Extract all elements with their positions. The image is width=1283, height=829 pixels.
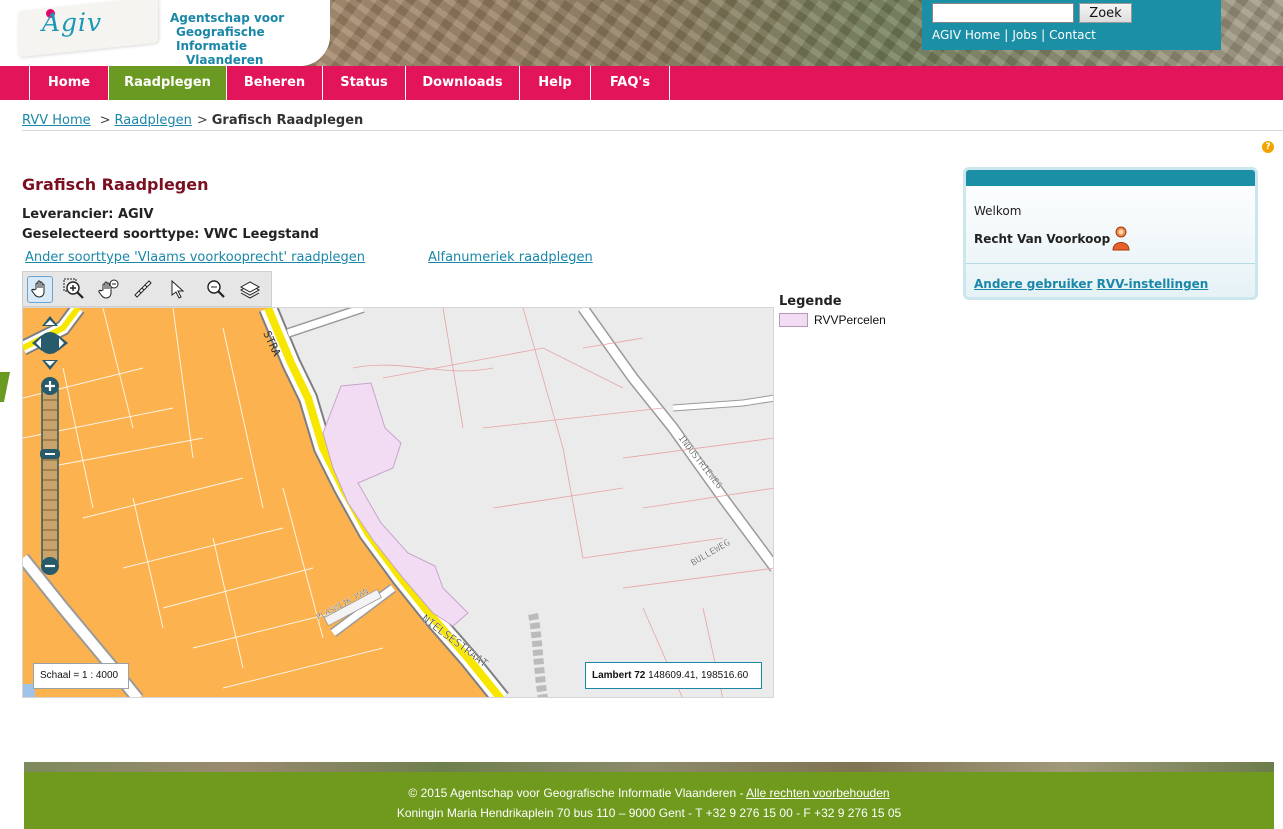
agiv-logo[interactable]: Agiv [42, 8, 102, 37]
side-decoration [0, 372, 10, 402]
agency-line: Vlaanderen [186, 53, 264, 66]
separator: | [1041, 28, 1046, 42]
breadcrumb-separator: > [196, 113, 208, 128]
page: Agiv Agentschap voor Geografische Inform… [0, 0, 1283, 829]
nav-link[interactable]: Raadplegen [109, 66, 226, 100]
legend-title: Legende [779, 294, 842, 309]
agency-line: Agentschap voor [170, 11, 285, 25]
user-icon [1112, 226, 1130, 251]
breadcrumb-current: Grafisch Raadplegen [211, 113, 364, 128]
zoom-search-icon[interactable] [202, 276, 228, 303]
agency-name: Agentschap voor Geografische Informatie … [170, 11, 330, 66]
alphanumeric-link[interactable]: Alfanumeriek raadplegen [428, 250, 593, 265]
nav-link[interactable]: Help [520, 66, 590, 100]
logo-panel: Agiv Agentschap voor Geografische Inform… [0, 0, 330, 66]
coord-value: 148609.41, 198516.60 [648, 670, 749, 681]
help-icon[interactable]: ? [1262, 141, 1274, 153]
separator: | [1004, 28, 1009, 42]
select-pointer-icon[interactable] [164, 276, 190, 303]
page-title: Grafisch Raadplegen [22, 175, 209, 194]
layers-icon[interactable] [237, 276, 263, 303]
nav-item-home[interactable]: Home [29, 66, 108, 100]
nav-item-beheren[interactable]: Beheren [226, 66, 322, 100]
footer-copyright: © 2015 Agentschap voor Geografische Info… [408, 786, 747, 800]
map-scale: Schaal = 1 : 4000 [33, 663, 129, 689]
zoom-out-hand-icon[interactable] [96, 276, 122, 303]
nav-item-raadplegen[interactable]: Raadplegen [108, 66, 226, 100]
footer-copyright-line: © 2015 Agentschap voor Geografische Info… [24, 786, 1274, 800]
nav-link[interactable]: Home [30, 66, 108, 100]
user-panel: Welkom Recht Van Voorkoop Andere gebruik… [963, 167, 1258, 300]
footer-rights-link[interactable]: Alle rechten voorbehouden [746, 786, 889, 800]
breadcrumb-raadplegen[interactable]: Raadplegen [115, 113, 192, 128]
search-input[interactable] [932, 3, 1074, 23]
nav-link[interactable]: Status [323, 66, 405, 100]
header: Agiv Agentschap voor Geografische Inform… [0, 0, 1283, 66]
top-link-contact[interactable]: Contact [1049, 28, 1096, 42]
map-viewport[interactable]: NIELSESTRAAT INDUSTRIEWEG BULLEWEG PLASW… [22, 307, 774, 698]
pan-hand-icon[interactable] [27, 275, 54, 303]
nav-link[interactable]: FAQ's [591, 66, 669, 100]
map-toolbar [22, 271, 272, 307]
sorttype-label: Geselecteerd soorttype: VWC Leegstand [22, 227, 319, 242]
footer-aerial-strip [24, 762, 1274, 772]
other-sorttype-link[interactable]: Ander soorttype 'Vlaams voorkooprecht' r… [25, 250, 365, 265]
nav-item-help[interactable]: Help [519, 66, 590, 100]
nav-link[interactable]: Downloads [406, 66, 519, 100]
map-coordinates: Lambert 72 148609.41, 198516.60 [585, 662, 762, 689]
search-button[interactable]: Zoek [1079, 3, 1132, 23]
measure-ruler-icon[interactable] [130, 276, 156, 303]
nav-item-downloads[interactable]: Downloads [405, 66, 519, 100]
nav-item-status[interactable]: Status [322, 66, 405, 100]
supplier-label: Leverancier: AGIV [22, 207, 154, 222]
breadcrumb-separator: > [99, 113, 111, 128]
divider [966, 263, 1255, 264]
zoom-in-box-icon[interactable] [61, 276, 87, 303]
pan-control[interactable] [32, 316, 68, 370]
user-links: Andere gebruiker RVV-instellingen [974, 277, 1208, 291]
breadcrumb-rvv-home[interactable]: RVV Home [22, 113, 91, 128]
zoom-slider[interactable] [39, 376, 61, 576]
user-panel-header [966, 170, 1255, 186]
top-link-jobs[interactable]: Jobs [1012, 28, 1037, 42]
welcome-text: Welkom [974, 204, 1022, 218]
legend-swatch [779, 313, 808, 327]
top-link-agiv-home[interactable]: AGIV Home [932, 28, 1000, 42]
footer-address: Koningin Maria Hendrikaplein 70 bus 110 … [396, 806, 902, 820]
main-nav: Home Raadplegen Beheren Status Downloads… [0, 66, 1283, 100]
nav-link[interactable]: Beheren [227, 66, 322, 100]
other-user-link[interactable]: Andere gebruiker [974, 277, 1092, 291]
user-name: Recht Van Voorkoop [974, 232, 1111, 246]
breadcrumb: RVV Home > Raadplegen > Grafisch Raadplegen [22, 113, 1283, 131]
agency-line: Geografische Informatie [176, 25, 265, 53]
rvv-settings-link[interactable]: RVV-instellingen [1097, 277, 1209, 291]
search-box: Zoek AGIV Home | Jobs | Contact [922, 0, 1221, 50]
map-canvas: NIELSESTRAAT INDUSTRIEWEG BULLEWEG PLASW… [23, 308, 773, 697]
legend-label: RVVPercelen [814, 313, 886, 327]
top-links: AGIV Home | Jobs | Contact [932, 28, 1096, 42]
nav-item-faqs[interactable]: FAQ's [590, 66, 670, 100]
coord-label: Lambert 72 [592, 670, 646, 681]
footer: © 2015 Agentschap voor Geografische Info… [24, 762, 1274, 829]
